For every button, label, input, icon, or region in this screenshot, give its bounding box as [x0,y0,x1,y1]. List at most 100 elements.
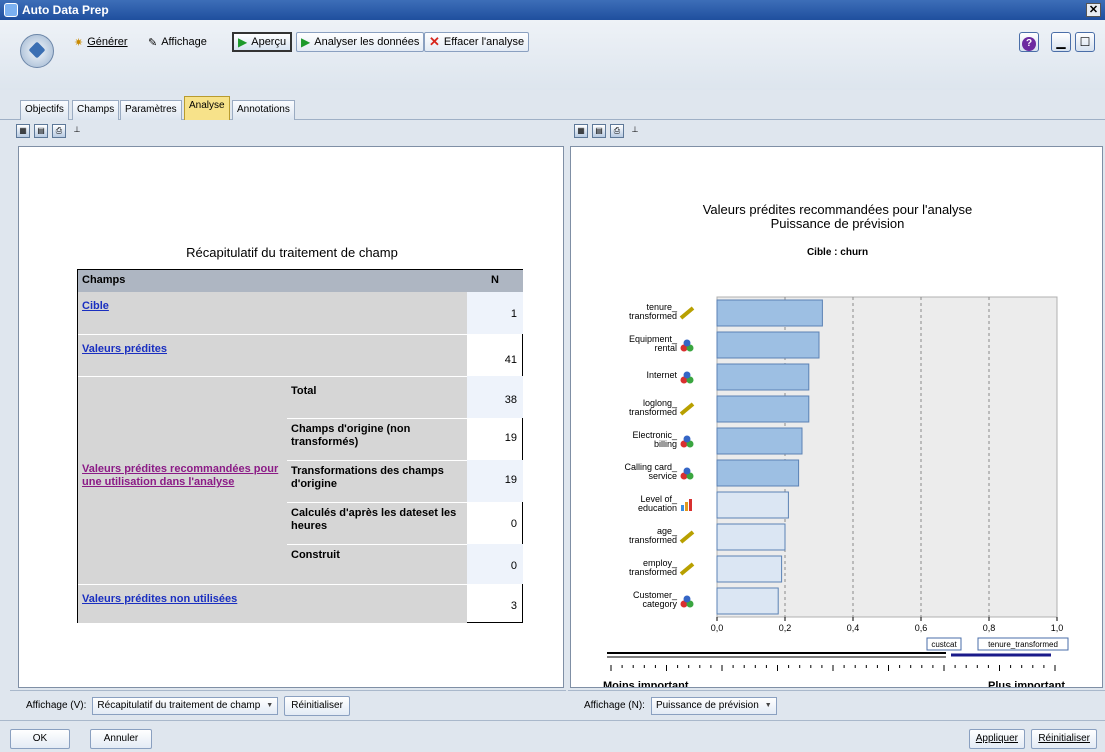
continuous-icon [679,530,695,544]
view-select[interactable]: Puissance de prévision ▼ [650,696,777,715]
delete-icon: ✕ [429,34,440,49]
row-target: Cible [78,292,467,334]
bar-label: transformed [629,407,677,417]
tab-settings[interactable]: Paramètres [120,100,182,120]
dropdown-arrow-icon: ▼ [266,701,274,709]
bar-label: Internet [646,370,677,380]
close-button[interactable]: ✕ [1086,3,1101,17]
bar-label: billing [654,439,677,449]
app-icon [4,3,18,17]
generate-button[interactable]: ✷ Générer [70,32,132,52]
chart-title: Valeurs prédites recommandées pour l'ana… [571,203,1104,231]
left-panel-tools: ▦ ▤ ⎙ ⊥ [16,124,84,138]
ok-button[interactable]: OK [10,729,70,749]
bar [716,491,789,519]
bar [716,459,800,487]
original-label: Champs d'origine (non transformés) [287,418,467,460]
summary-view: Récapitulatif du traitement de champ Cha… [18,146,564,688]
bar-label: rental [654,343,677,353]
export-icon[interactable]: ⊥ [628,124,642,138]
dialog-button-bar: OK Annuler Appliquer Réinitialiser [0,720,1105,752]
apply-button[interactable]: Appliquer [968,729,1025,749]
view-label: Affichage (N): [584,700,645,711]
x-tick-label: 0,4 [847,623,860,633]
print-icon[interactable]: ⎙ [610,124,624,138]
header-fields: Champs [78,270,467,292]
continuous-icon [679,402,695,416]
help-button[interactable]: ? [1019,32,1039,52]
minimize-button[interactable]: ▁ [1051,32,1071,52]
print-icon[interactable]: ⎙ [52,124,66,138]
bar-label: transformed [629,535,677,545]
copy-icon[interactable]: ▦ [574,124,588,138]
predictor-importance-chart: tenure_transformedEquipment_rentalIntern… [603,296,1069,687]
reset-button[interactable]: Réinitialiser [1031,729,1097,749]
bar [716,523,786,551]
tab-annotations[interactable]: Annotations [232,100,295,120]
window-title: Auto Data Prep [22,3,109,17]
cancel-button[interactable]: Annuler [90,729,152,749]
view-select[interactable]: Récapitulatif du traitement de champ ▼ [92,696,279,715]
dropdown-arrow-icon: ▼ [764,701,772,709]
bar [716,331,820,359]
chart-title-line2: Puissance de prévision [770,216,905,231]
reset-view-button[interactable]: Réinitialiser [284,695,350,716]
total-count: 38 [467,376,523,418]
ordinal-icon [689,499,692,511]
header-n: N [467,270,523,292]
x-tick-label: 0,0 [711,623,724,633]
node-icon [20,34,54,68]
unused-link[interactable]: Valeurs prédites non utilisées [82,593,237,605]
copy-data-icon[interactable]: ▤ [34,124,48,138]
help-icon: ? [1022,37,1036,51]
predictors-link[interactable]: Valeurs prédites [82,343,167,355]
row-recommended: Valeurs prédites recommandées pour une u… [78,376,287,584]
slider-right-thumb-label: tenure_transformed [988,640,1058,649]
export-icon[interactable]: ⊥ [70,124,84,138]
toolbar: ✷ Générer ✎ Affichage ▶ Aperçu ▶ Analyse… [0,20,1105,90]
field-processing-table: Champs N Cible 1 Valeurs prédites 41 Val… [77,269,523,623]
tab-objectives[interactable]: Objectifs [20,100,69,120]
x-tick-label: 1,0 [1051,623,1064,633]
x-tick-label: 0,8 [983,623,996,633]
chart-subtitle: Cible : churn [806,247,869,258]
right-footer: Affichage (N): Puissance de prévision ▼ [568,690,1105,720]
nominal-icon [683,595,691,603]
analyze-data-button[interactable]: ▶ Analyser les données [296,32,425,52]
copy-icon[interactable]: ▦ [16,124,30,138]
bar [716,395,810,423]
target-link[interactable]: Cible [82,300,109,312]
preview-button[interactable]: ▶ Aperçu [232,32,293,52]
bar-label: transformed [629,567,677,577]
copy-data-icon[interactable]: ▤ [592,124,606,138]
bar [716,587,779,615]
nominal-icon [683,435,691,443]
bar [716,555,783,583]
original-count: 19 [504,432,517,444]
bar-label: service [648,471,677,481]
generate-icon: ✷ [74,36,84,49]
total-label: Total [287,376,467,418]
transforms-count: 19 [467,460,523,502]
pencil-icon: ✎ [148,36,158,49]
chart-view: Valeurs prédites recommandées pour l'ana… [570,146,1103,688]
left-footer: Affichage (V): Récapitulatif du traiteme… [10,690,566,720]
constructed-count: 0 [467,544,523,584]
title-bar: Auto Data Prep ✕ [0,0,1105,20]
nominal-icon [683,371,691,379]
recommended-link[interactable]: Valeurs prédites recommandées pour une u… [82,463,287,489]
x-tick-label: 0,6 [915,623,928,633]
maximize-button[interactable]: ☐ [1075,32,1095,52]
display-button[interactable]: ✎ Affichage [144,32,211,52]
target-count: 1 [467,292,523,334]
nominal-icon [683,467,691,475]
tab-fields[interactable]: Champs [72,100,120,120]
clear-analysis-button[interactable]: ✕ Effacer l'analyse [424,32,530,52]
computed-count: 0 [510,518,517,530]
row-predictors: Valeurs prédites [78,334,467,376]
bar-label: category [642,599,677,609]
slider-min-label: Moins important [603,680,689,687]
table-title: Récapitulatif du traitement de champ [186,245,398,260]
ordinal-icon [685,502,688,511]
tab-analysis[interactable]: Analyse [184,96,230,120]
